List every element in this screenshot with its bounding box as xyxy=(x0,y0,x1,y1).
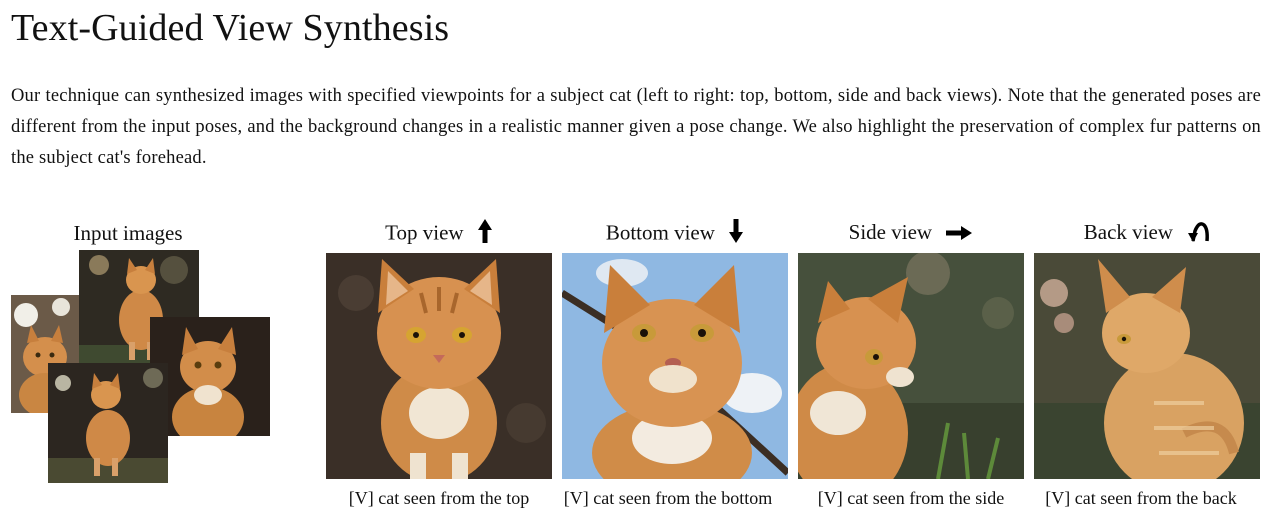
view-header-top: Top view xyxy=(326,218,552,251)
page-title: Text-Guided View Synthesis xyxy=(11,7,450,49)
view-label: Side view xyxy=(848,220,933,244)
view-header-bottom: Bottom view xyxy=(562,218,788,251)
bottom-view-image xyxy=(562,253,788,479)
view-label: Top view xyxy=(385,220,464,245)
side-view-image xyxy=(798,253,1024,479)
down-arrow-icon xyxy=(728,218,744,251)
input-image-3 xyxy=(150,317,270,436)
description-paragraph: Our technique can synthesized images wit… xyxy=(11,86,1261,168)
caption-top-view: [V] cat seen from the top xyxy=(348,488,530,508)
right-arrow-icon xyxy=(945,220,973,248)
view-label: Bottom view xyxy=(605,220,715,245)
view-label: Back view xyxy=(1083,220,1173,244)
top-view-image xyxy=(326,253,552,479)
curved-back-arrow-icon xyxy=(1186,219,1210,250)
view-header-back: Back view xyxy=(1034,218,1260,250)
caption-back-view: [V] cat seen from the back xyxy=(1045,488,1237,508)
back-view-image xyxy=(1034,253,1260,479)
up-arrow-icon xyxy=(477,218,493,251)
input-images-label: Input images xyxy=(73,221,183,245)
view-header-side: Side view xyxy=(798,218,1024,248)
caption-side-view: [V] cat seen from the side xyxy=(817,488,1005,508)
input-image-4 xyxy=(48,363,168,483)
caption-bottom-view: [V] cat seen from the bottom xyxy=(563,488,773,508)
